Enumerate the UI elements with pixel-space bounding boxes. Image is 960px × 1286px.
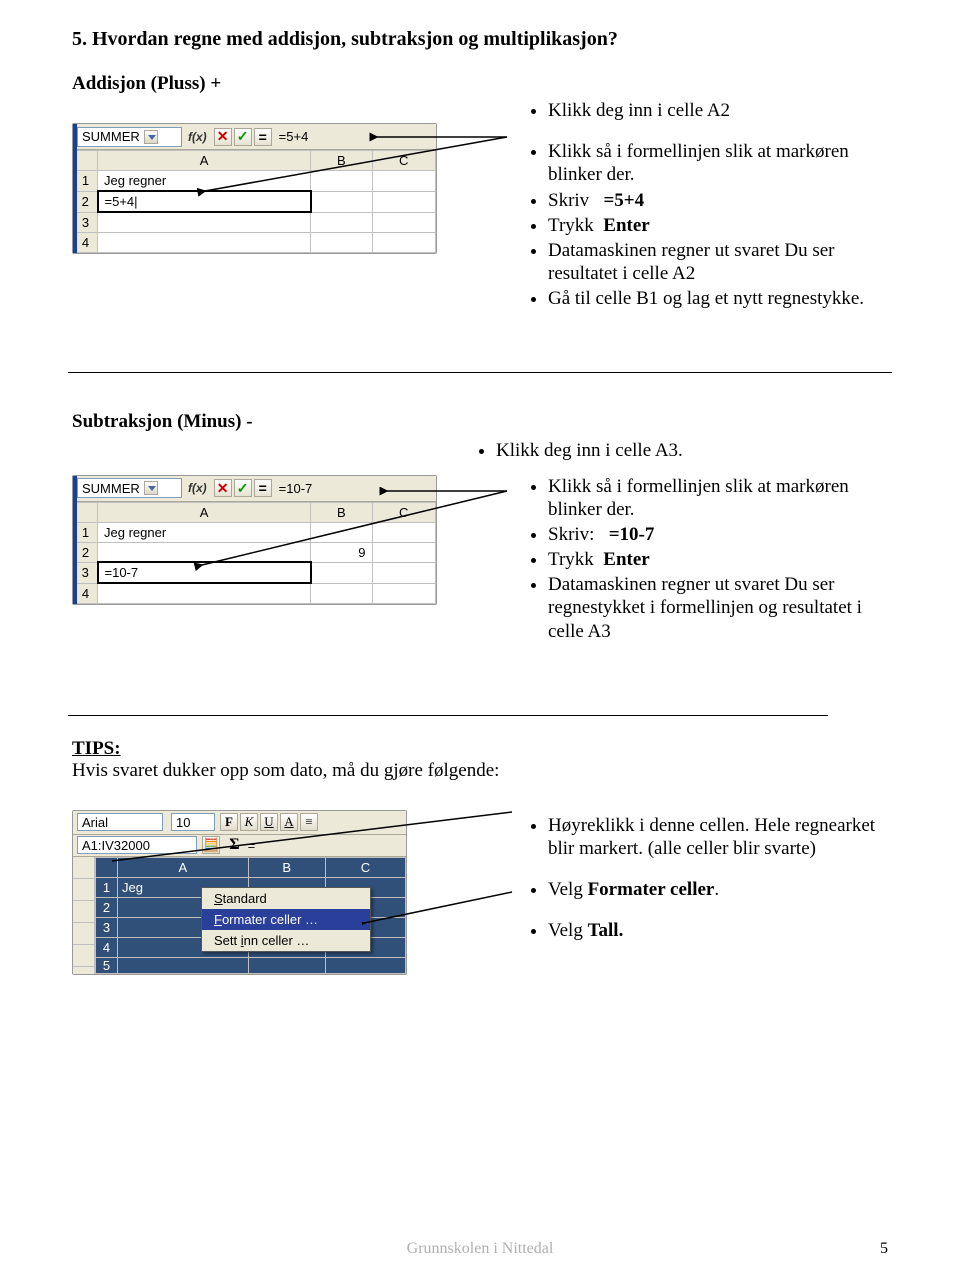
accept-icon: ✓ bbox=[234, 479, 252, 497]
footer-page-number: 5 bbox=[880, 1240, 888, 1258]
add-step-5: Datamaskinen regner ut svaret Du ser res… bbox=[548, 239, 888, 285]
equals-icon: = bbox=[248, 838, 256, 853]
addition-title: Addisjon (Pluss) + bbox=[72, 73, 888, 95]
cell-reference: A1:IV32000 bbox=[82, 838, 150, 853]
align-button: ≡ bbox=[300, 813, 318, 831]
tips-step-3: Velg Tall. bbox=[548, 919, 888, 942]
menu-item-standard[interactable]: Standard bbox=[202, 888, 370, 909]
formula-bar-value: =10-7 bbox=[273, 481, 313, 496]
namebox-value: SUMMER bbox=[82, 129, 140, 144]
fx-icon: f(x) bbox=[182, 130, 213, 144]
cells-grid: ABC 1Jeg regner 2=5+4| 3 4 bbox=[73, 150, 436, 253]
cells-grid: ABC 1Jeg regner 29 3=10-7 4 bbox=[73, 502, 436, 604]
tips-step-2: Velg Formater celler. bbox=[548, 878, 888, 901]
menu-item-formater-celler[interactable]: Formater celler … bbox=[202, 909, 370, 930]
wizard-icon: 🧮 bbox=[202, 836, 220, 854]
equals-icon: = bbox=[254, 128, 272, 146]
cell-a2: =5+4| bbox=[98, 191, 311, 212]
font-color-button: A bbox=[280, 813, 298, 831]
footer-center: Grunnskolen i Nittedal bbox=[407, 1240, 554, 1257]
menu-item-sett-inn-celler[interactable]: Sett inn celler … bbox=[202, 930, 370, 951]
screenshot-addition: SUMMER f(x) ✕ ✓ = =5+4 ABC 1Jeg regner 2… bbox=[72, 123, 437, 254]
add-step-6: Gå til celle B1 og lag et nytt regnestyk… bbox=[548, 287, 888, 310]
section-heading: 5. Hvordan regne med addisjon, subtraksj… bbox=[72, 28, 888, 51]
cancel-icon: ✕ bbox=[214, 479, 232, 497]
sub-step-4: Trykk Enter bbox=[548, 548, 888, 571]
sub-step-2: Klikk så i formellinjen slik at markøren… bbox=[548, 475, 888, 521]
screenshot-subtraction: SUMMER f(x) ✕ ✓ = =10-7 ABC 1Jeg regner … bbox=[72, 475, 437, 605]
add-step-2: Klikk så i formellinjen slik at markøren… bbox=[548, 140, 888, 186]
formula-bar-value: =5+4 bbox=[273, 129, 309, 144]
cell-a3: =10-7 bbox=[98, 562, 311, 583]
sub-step-5: Datamaskinen regner ut svaret Du ser reg… bbox=[548, 573, 888, 643]
screenshot-format-cells: Arial 10 F K U A ≡ A1:IV32000 🧮 Σ = ABC … bbox=[72, 810, 407, 975]
underline-button: U bbox=[260, 813, 278, 831]
page-footer: Grunnskolen i Nittedal 5 bbox=[0, 1240, 960, 1258]
tips-label: TIPS: bbox=[72, 738, 121, 759]
add-step-3: Skriv =5+4 bbox=[548, 189, 888, 212]
equals-icon: = bbox=[254, 479, 272, 497]
sub-step-3: Skriv: =10-7 bbox=[548, 523, 888, 546]
context-menu: Standard Formater celler … Sett inn cell… bbox=[201, 887, 371, 952]
subtraction-title: Subtraksjon (Minus) - bbox=[72, 411, 888, 433]
tips-intro: Hvis svaret dukker opp som dato, må du g… bbox=[72, 760, 499, 781]
italic-button: K bbox=[240, 813, 258, 831]
bold-button: F bbox=[220, 813, 238, 831]
dropdown-icon bbox=[144, 481, 158, 495]
sigma-icon: Σ bbox=[221, 836, 247, 854]
dropdown-icon bbox=[144, 130, 158, 144]
add-step-4: Trykk Enter bbox=[548, 214, 888, 237]
add-step-1: Klikk deg inn i celle A2 bbox=[548, 99, 888, 122]
sub-step-1: Klikk deg inn i celle A3. bbox=[496, 439, 888, 462]
tips-step-1: Høyreklikk i denne cellen. Hele regneark… bbox=[548, 814, 888, 860]
accept-icon: ✓ bbox=[234, 128, 252, 146]
side-toolbar bbox=[73, 857, 95, 974]
cancel-icon: ✕ bbox=[214, 128, 232, 146]
fx-icon: f(x) bbox=[182, 481, 213, 495]
